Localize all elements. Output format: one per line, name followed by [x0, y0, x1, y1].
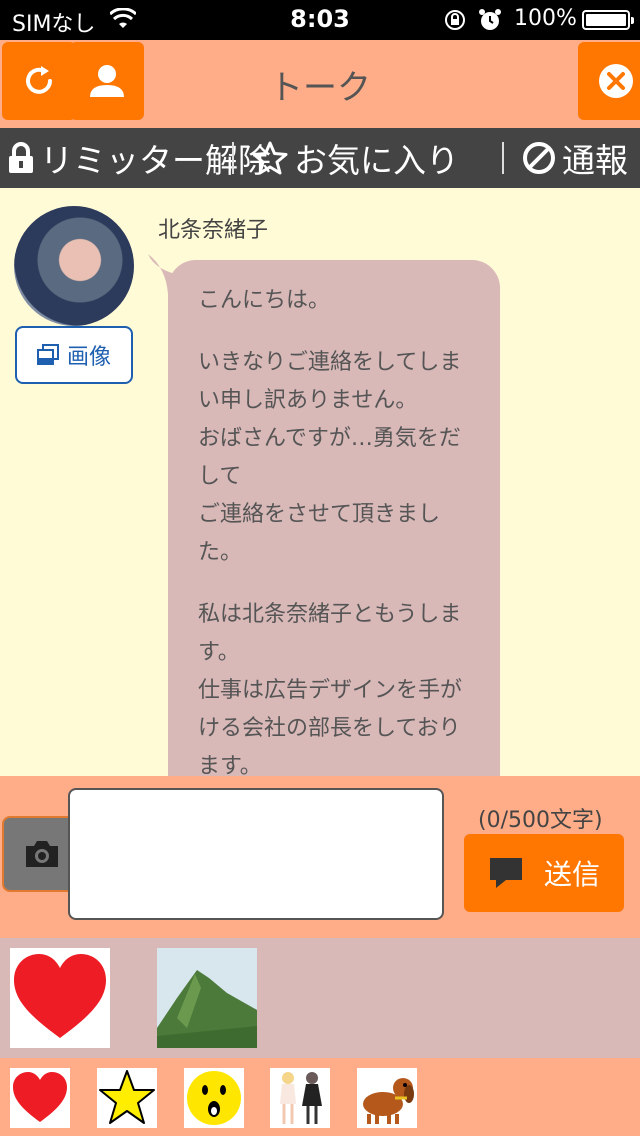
- lock-icon: [9, 142, 33, 173]
- message-paragraph: いきなりご連絡をしてしまい申し訳ありません。 おばさんですが…勇気をだして ご連…: [198, 350, 462, 565]
- image-stack-icon: [36, 344, 59, 365]
- prohibited-icon: [523, 142, 555, 174]
- message-input[interactable]: [68, 788, 444, 920]
- alarm-icon: [479, 9, 501, 30]
- star-icon: [99, 1070, 155, 1124]
- battery-percent: 100%: [514, 6, 577, 31]
- girls-illustration-icon: [280, 1072, 322, 1124]
- status-bar: SIMなし 8:03 100%: [0, 0, 640, 40]
- rotation-lock-icon: [445, 10, 465, 30]
- favorite-button[interactable]: お気に入り: [252, 136, 459, 180]
- star-stamp[interactable]: [97, 1068, 157, 1128]
- composer: (0/500文字) 送信: [0, 776, 640, 938]
- image-button-label: 画像: [66, 345, 111, 370]
- favorite-label: お気に入り: [294, 141, 459, 180]
- star-icon: [252, 141, 288, 175]
- image-button[interactable]: 画像: [15, 326, 133, 384]
- heart-icon: [14, 954, 106, 1038]
- mountain-photo-icon: [157, 948, 257, 1048]
- close-icon: [599, 64, 633, 98]
- person-icon: [90, 65, 124, 97]
- profile-button[interactable]: [70, 42, 144, 120]
- dog-icon: [363, 1078, 414, 1124]
- stamp-preview-row: [0, 938, 640, 1058]
- message-paragraph: こんにちは。: [198, 288, 331, 313]
- speech-bubble-icon: [489, 858, 522, 888]
- action-bar: リミッター解除 お気に入り 通報: [0, 128, 640, 188]
- girls-stamp[interactable]: [270, 1068, 330, 1128]
- camera-icon: [26, 841, 58, 867]
- chat-area[interactable]: 画像 北条奈緒子 こんにちは。 いきなりご連絡をしてしまい申し訳ありません。 お…: [0, 188, 640, 776]
- mountain-stamp[interactable]: [157, 948, 257, 1048]
- send-button[interactable]: 送信: [464, 834, 624, 912]
- message-bubble: こんにちは。 いきなりご連絡をしてしまい申し訳ありません。 おばさんですが…勇気…: [168, 260, 500, 776]
- report-label: 通報: [562, 141, 628, 180]
- send-label: 送信: [543, 858, 600, 891]
- close-button[interactable]: [578, 42, 640, 120]
- dog-stamp[interactable]: [357, 1068, 417, 1128]
- refresh-button[interactable]: [2, 42, 76, 120]
- header: トーク: [0, 40, 640, 128]
- battery-level: [586, 14, 626, 26]
- message-paragraph: 私は北条奈緒子ともうします。 仕事は広告デザインを手がける会社の部長をしておりま…: [198, 602, 463, 776]
- heart-icon: [13, 1072, 67, 1122]
- surprised-face-stamp[interactable]: [184, 1068, 244, 1128]
- battery-icon: [582, 10, 634, 30]
- avatar[interactable]: [14, 206, 134, 326]
- sender-name: 北条奈緒子: [158, 218, 269, 243]
- divider: [502, 142, 504, 174]
- heart-stamp[interactable]: [10, 948, 110, 1048]
- limiter-label: リミッター解除: [40, 141, 271, 180]
- surprised-face-icon: [187, 1071, 241, 1125]
- char-counter: (0/500文字): [478, 808, 603, 833]
- stamp-palette: [0, 1058, 640, 1136]
- report-button[interactable]: 通報: [522, 136, 628, 180]
- divider: [232, 142, 234, 174]
- refresh-icon: [26, 66, 52, 94]
- heart-stamp[interactable]: [10, 1068, 70, 1128]
